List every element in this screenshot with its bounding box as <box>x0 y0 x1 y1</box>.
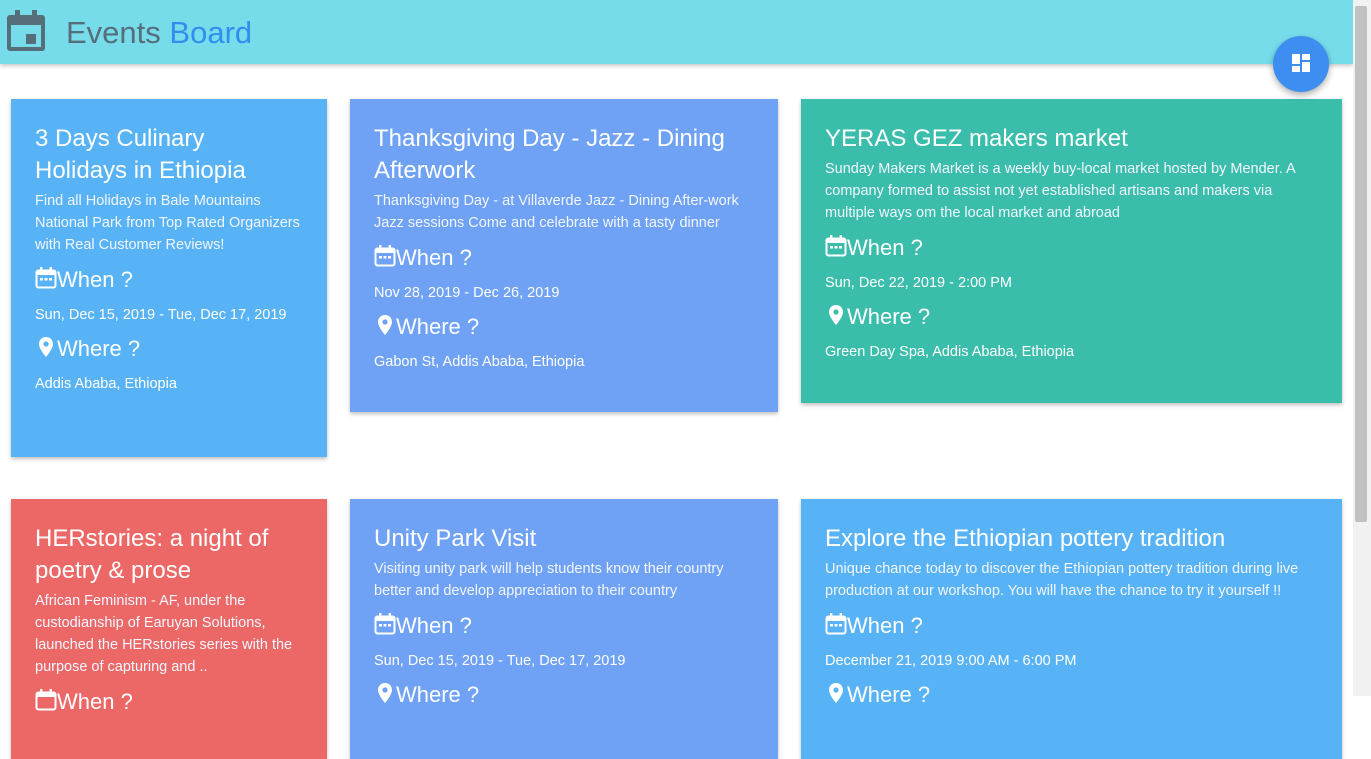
where-label: Where ? <box>396 682 480 707</box>
where-label: Where ? <box>396 314 480 339</box>
event-description: Find all Holidays in Bale Mountains Nati… <box>35 193 300 253</box>
event-date: Sun, Dec 15, 2019 - Tue, Dec 17, 2019 <box>35 307 287 323</box>
calendar-icon <box>374 613 396 639</box>
event-date: December 21, 2019 9:00 AM - 6:00 PM <box>825 653 1077 669</box>
event-title: Explore the Ethiopian pottery tradition <box>825 525 1226 552</box>
when-heading: When ? <box>374 241 754 271</box>
when-label: When ? <box>57 689 133 714</box>
event-title: HERstories: a night of poetry & prose <box>35 525 269 584</box>
event-date: Sun, Dec 15, 2019 - Tue, Dec 17, 2019 <box>374 653 626 669</box>
dashboard-icon <box>1292 53 1310 75</box>
event-description: Sunday Makers Market is a weekly buy-loc… <box>825 161 1295 221</box>
event-card[interactable]: Thanksgiving Day - Jazz - Dining Afterwo… <box>350 99 778 412</box>
calendar-icon <box>6 10 46 52</box>
page-scrollbar[interactable] <box>1353 0 1371 696</box>
event-card[interactable]: Explore the Ethiopian pottery tradition … <box>801 499 1342 759</box>
event-description: Thanksgiving Day - at Villaverde Jazz - … <box>374 193 739 231</box>
location-pin-icon <box>825 682 847 708</box>
event-title: 3 Days Culinary Holidays in Ethiopia <box>35 125 246 184</box>
event-location: Gabon St, Addis Ababa, Ethiopia <box>374 354 585 370</box>
scrollbar-thumb[interactable] <box>1355 6 1367 522</box>
app-title-part1: Events <box>66 15 161 50</box>
where-label: Where ? <box>847 682 931 707</box>
event-card[interactable]: HERstories: a night of poetry & prose Af… <box>11 499 327 759</box>
event-date: Sun, Dec 22, 2019 - 2:00 PM <box>825 275 1012 291</box>
event-description: Visiting unity park will help students k… <box>374 561 724 599</box>
event-title: YERAS GEZ makers market <box>825 125 1128 152</box>
event-location: Green Day Spa, Addis Ababa, Ethiopia <box>825 344 1075 360</box>
when-label: When ? <box>396 245 472 270</box>
calendar-icon <box>35 689 57 715</box>
event-date: Nov 28, 2019 - Dec 26, 2019 <box>374 285 560 301</box>
where-heading: Where ? <box>374 310 754 340</box>
calendar-icon <box>35 267 57 293</box>
location-pin-icon <box>374 314 396 340</box>
event-location: Addis Ababa, Ethiopia <box>35 376 177 392</box>
when-label: When ? <box>396 613 472 638</box>
when-heading: When ? <box>825 609 1318 639</box>
app-title-part2: Board <box>169 15 253 50</box>
app-bar: Events Board <box>0 0 1353 64</box>
location-pin-icon <box>374 682 396 708</box>
app-title: Events Board <box>66 15 252 51</box>
when-label: When ? <box>57 267 133 292</box>
event-title: Unity Park Visit <box>374 525 537 552</box>
where-heading: Where ? <box>825 300 1318 330</box>
where-label: Where ? <box>57 336 141 361</box>
calendar-icon <box>374 245 396 271</box>
where-heading: Where ? <box>374 678 754 708</box>
when-heading: When ? <box>374 609 754 639</box>
event-description: African Feminism - AF, under the custodi… <box>35 593 293 675</box>
when-heading: When ? <box>825 231 1318 261</box>
event-card[interactable]: Unity Park Visit Visiting unity park wil… <box>350 499 778 759</box>
when-heading: When ? <box>35 685 303 715</box>
event-card[interactable]: YERAS GEZ makers market Sunday Makers Ma… <box>801 99 1342 403</box>
where-label: Where ? <box>847 304 931 329</box>
when-label: When ? <box>847 613 923 638</box>
where-heading: Where ? <box>825 678 1318 708</box>
layout-toggle-button[interactable] <box>1273 36 1329 92</box>
where-heading: Where ? <box>35 332 303 362</box>
location-pin-icon <box>35 336 57 362</box>
location-pin-icon <box>825 304 847 330</box>
event-card[interactable]: 3 Days Culinary Holidays in Ethiopia Fin… <box>11 99 327 457</box>
calendar-icon <box>825 235 847 261</box>
event-description: Unique chance today to discover the Ethi… <box>825 561 1299 599</box>
event-title: Thanksgiving Day - Jazz - Dining Afterwo… <box>374 125 725 184</box>
calendar-icon <box>825 613 847 639</box>
when-heading: When ? <box>35 263 303 293</box>
when-label: When ? <box>847 235 923 260</box>
